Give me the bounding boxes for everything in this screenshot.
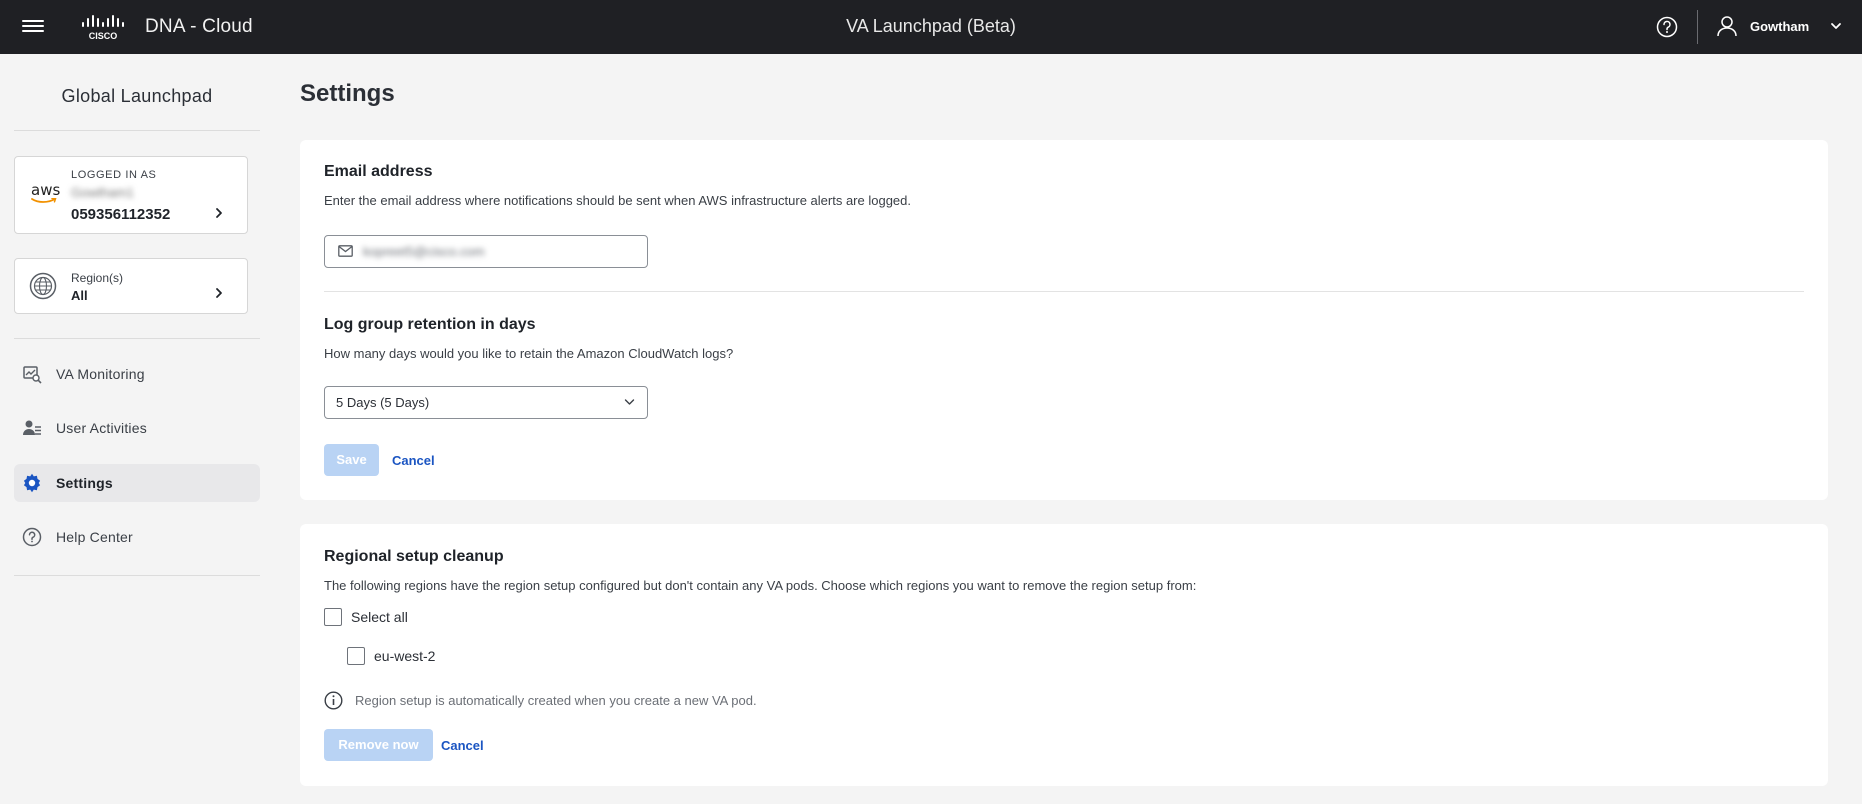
svg-text:CISCO: CISCO [89, 31, 118, 41]
account-id: 059356112352 [71, 206, 171, 223]
page-title: Settings [300, 80, 395, 107]
topbar-divider [1697, 10, 1698, 44]
email-value: kopreet5@cisco.com [363, 244, 485, 259]
chevron-down-icon[interactable] [1830, 21, 1842, 31]
cleanup-info-text: Region setup is automatically created wh… [355, 693, 757, 708]
sidebar-divider [14, 130, 260, 131]
cancel-button[interactable]: Cancel [392, 453, 435, 468]
help-icon[interactable] [1656, 16, 1678, 38]
sidebar-item-label: Settings [56, 475, 113, 491]
monitoring-icon [23, 366, 42, 384]
cleanup-section-description: The following regions have the region se… [324, 578, 1197, 593]
save-button[interactable]: Save [324, 444, 379, 476]
sidebar-item-label: User Activities [56, 420, 147, 436]
aws-logo: aws [31, 181, 61, 199]
cleanup-section-title: Regional setup cleanup [324, 548, 504, 565]
mail-icon [338, 245, 353, 257]
sidebar-title: Global Launchpad [61, 86, 213, 106]
sidebar-item-label: VA Monitoring [56, 366, 145, 382]
remove-now-button[interactable]: Remove now [324, 729, 433, 761]
sidebar: Global Launchpad aws LOGGED IN AS Gowtha… [0, 54, 274, 804]
info-icon [324, 691, 343, 710]
logged-in-user: Gowtham1 [71, 185, 134, 200]
cancel-button[interactable]: Cancel [441, 738, 484, 753]
chevron-down-icon [624, 399, 635, 405]
app-title: DNA - Cloud [145, 16, 253, 37]
sidebar-item-label: Help Center [56, 529, 133, 545]
region-card[interactable]: Region(s) All [14, 258, 248, 314]
retention-selected-value: 5 Days (5 Days) [336, 395, 430, 410]
top-bar: CISCO DNA - Cloud VA Launchpad (Beta) Go… [0, 0, 1862, 54]
user-icon[interactable] [1716, 15, 1738, 37]
chevron-right-icon [216, 208, 222, 218]
retention-section-title: Log group retention in days [324, 316, 536, 333]
region-value: All [71, 288, 88, 303]
regional-cleanup-panel: Regional setup cleanup The following reg… [300, 524, 1828, 786]
account-card[interactable]: aws LOGGED IN AS Gowtham1 059356112352 [14, 156, 248, 234]
sidebar-divider [14, 338, 260, 339]
hamburger-menu-icon[interactable] [22, 17, 44, 35]
settings-panel: Email address Enter the email address wh… [300, 140, 1828, 500]
email-field[interactable]: kopreet5@cisco.com [324, 235, 648, 268]
user-activities-icon [23, 420, 41, 435]
region-label: Region(s) [71, 271, 124, 285]
retention-select[interactable]: 5 Days (5 Days) [324, 386, 648, 419]
gear-icon [23, 473, 41, 493]
email-section-description: Enter the email address where notificati… [324, 193, 911, 208]
sidebar-item-va-monitoring[interactable]: VA Monitoring [14, 355, 260, 393]
select-all-label: Select all [351, 609, 408, 625]
cisco-logo: CISCO [82, 15, 124, 41]
retention-section-description: How many days would you like to retain t… [324, 346, 734, 361]
sidebar-item-user-activities[interactable]: User Activities [14, 409, 260, 447]
page-header-title: VA Launchpad (Beta) [846, 16, 1016, 36]
globe-icon [29, 272, 57, 300]
sidebar-item-help-center[interactable]: Help Center [14, 518, 260, 556]
chevron-right-icon [216, 288, 222, 298]
email-section-title: Email address [324, 163, 433, 180]
sidebar-divider [14, 575, 260, 576]
help-icon [22, 527, 42, 547]
region-checkbox-eu-west-2[interactable] [347, 647, 365, 665]
user-name[interactable]: Gowtham [1750, 19, 1809, 34]
aws-smile-icon [31, 198, 57, 203]
sidebar-item-settings[interactable]: Settings [14, 464, 260, 502]
section-divider [324, 291, 1804, 292]
select-all-checkbox[interactable] [324, 608, 342, 626]
logged-in-label: LOGGED IN AS [71, 169, 157, 181]
region-label: eu-west-2 [374, 648, 436, 664]
